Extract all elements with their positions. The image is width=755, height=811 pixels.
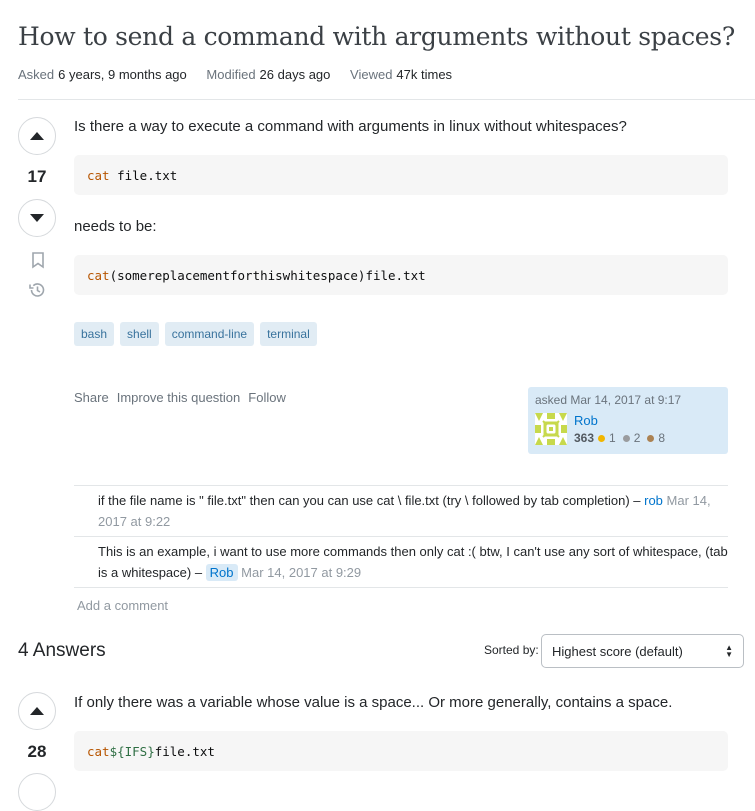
modified-label: Modified [206,67,256,82]
answers-count: 4 Answers [18,640,106,661]
comment-item: This is an example, i want to use more c… [74,536,728,588]
sort-selected-value: Highest score (default) [552,643,683,659]
code-keyword: cat [87,167,110,183]
question-body-paragraph-1: Is there a way to execute a command with… [74,118,627,135]
comment-user[interactable]: rob [644,493,663,508]
share-link[interactable]: Share [74,390,109,405]
silver-badge-count: 2 [633,431,641,445]
chevron-updown-icon: ▲ ▼ [725,643,733,659]
user-name[interactable]: Rob [574,413,598,428]
bronze-badge-icon [647,434,655,442]
arrow-up-icon [30,132,44,140]
tag-command-line[interactable]: command-line [164,322,255,346]
comment-user-op[interactable]: Rob [205,564,238,581]
question-body-paragraph-2: needs to be: [74,218,157,235]
owner-user-card: asked Mar 14, 2017 at 9:17 Rob 363 1 2 8 [528,387,728,454]
code-text: file.txt [109,167,178,183]
gold-badge-count: 1 [609,431,616,445]
viewed-value: 47k times [396,67,453,82]
post-menu: Share Improve this question Follow [74,390,286,405]
answer-code-block: cat ${IFS} file.txt [74,731,728,771]
code-text: (somereplacementforthiswhitespace)file.t… [109,267,426,283]
improve-question-link[interactable]: Improve this question [117,390,241,405]
viewed-label: Viewed [350,67,393,82]
question-code-block-2: cat (somereplacementforthiswhitespace)fil… [74,255,728,295]
user-reputation-row: 363 1 2 8 [574,431,668,445]
user-avatar[interactable] [535,413,567,445]
follow-link[interactable]: Follow [248,390,286,405]
bronze-badge-count: 8 [658,431,666,445]
code-text: file.txt [154,743,215,759]
arrow-up-icon [30,707,44,715]
answer-body-paragraph: If only there was a variable whose value… [74,694,673,711]
answer-upvote-button[interactable] [18,692,56,730]
asked-value: 6 years, 9 months ago [58,67,187,82]
comment-text: This is an example, i want to use more c… [98,544,728,580]
tag-shell[interactable]: shell [120,322,159,346]
question-downvote-button[interactable] [18,199,56,237]
history-icon[interactable] [28,281,46,299]
code-keyword: cat [87,267,110,283]
question-meta: Asked 6 years, 9 months ago Modified 26 da… [18,67,468,82]
bookmark-icon[interactable] [29,251,47,269]
question-code-block-1: cat file.txt [74,155,728,195]
question-score: 17 [27,167,47,186]
arrow-down-icon [30,214,44,222]
tag-terminal[interactable]: terminal [260,322,317,346]
asked-time[interactable]: asked Mar 14, 2017 at 9:17 [535,393,721,407]
gold-badge-icon [598,434,606,442]
title-divider [18,99,755,100]
question-upvote-button[interactable] [18,117,56,155]
comment-date[interactable]: Mar 14, 2017 at 9:29 [241,565,361,580]
silver-badge-icon [622,434,630,442]
code-variable: ${IFS} [109,743,155,759]
asked-label: Asked [18,67,55,82]
code-keyword: cat [87,743,110,759]
comment-item: if the file name is " file.txt" then can… [74,485,728,535]
answer-score: 28 [27,742,47,761]
add-comment-link[interactable]: Add a comment [77,598,168,613]
comment-text: if the file name is " file.txt" then can… [98,493,645,508]
tag-list: bash shell command-line terminal [74,322,317,346]
tag-bash[interactable]: bash [74,322,115,346]
modified-value[interactable]: 26 days ago [260,67,331,82]
reputation-score: 363 [574,431,595,445]
answer-sort-select[interactable]: Highest score (default) ▲ ▼ [541,634,744,668]
question-title[interactable]: How to send a command with arguments wit… [18,22,735,51]
answer-downvote-button[interactable] [18,773,56,811]
sorted-by-label: Sorted by: [484,643,539,657]
